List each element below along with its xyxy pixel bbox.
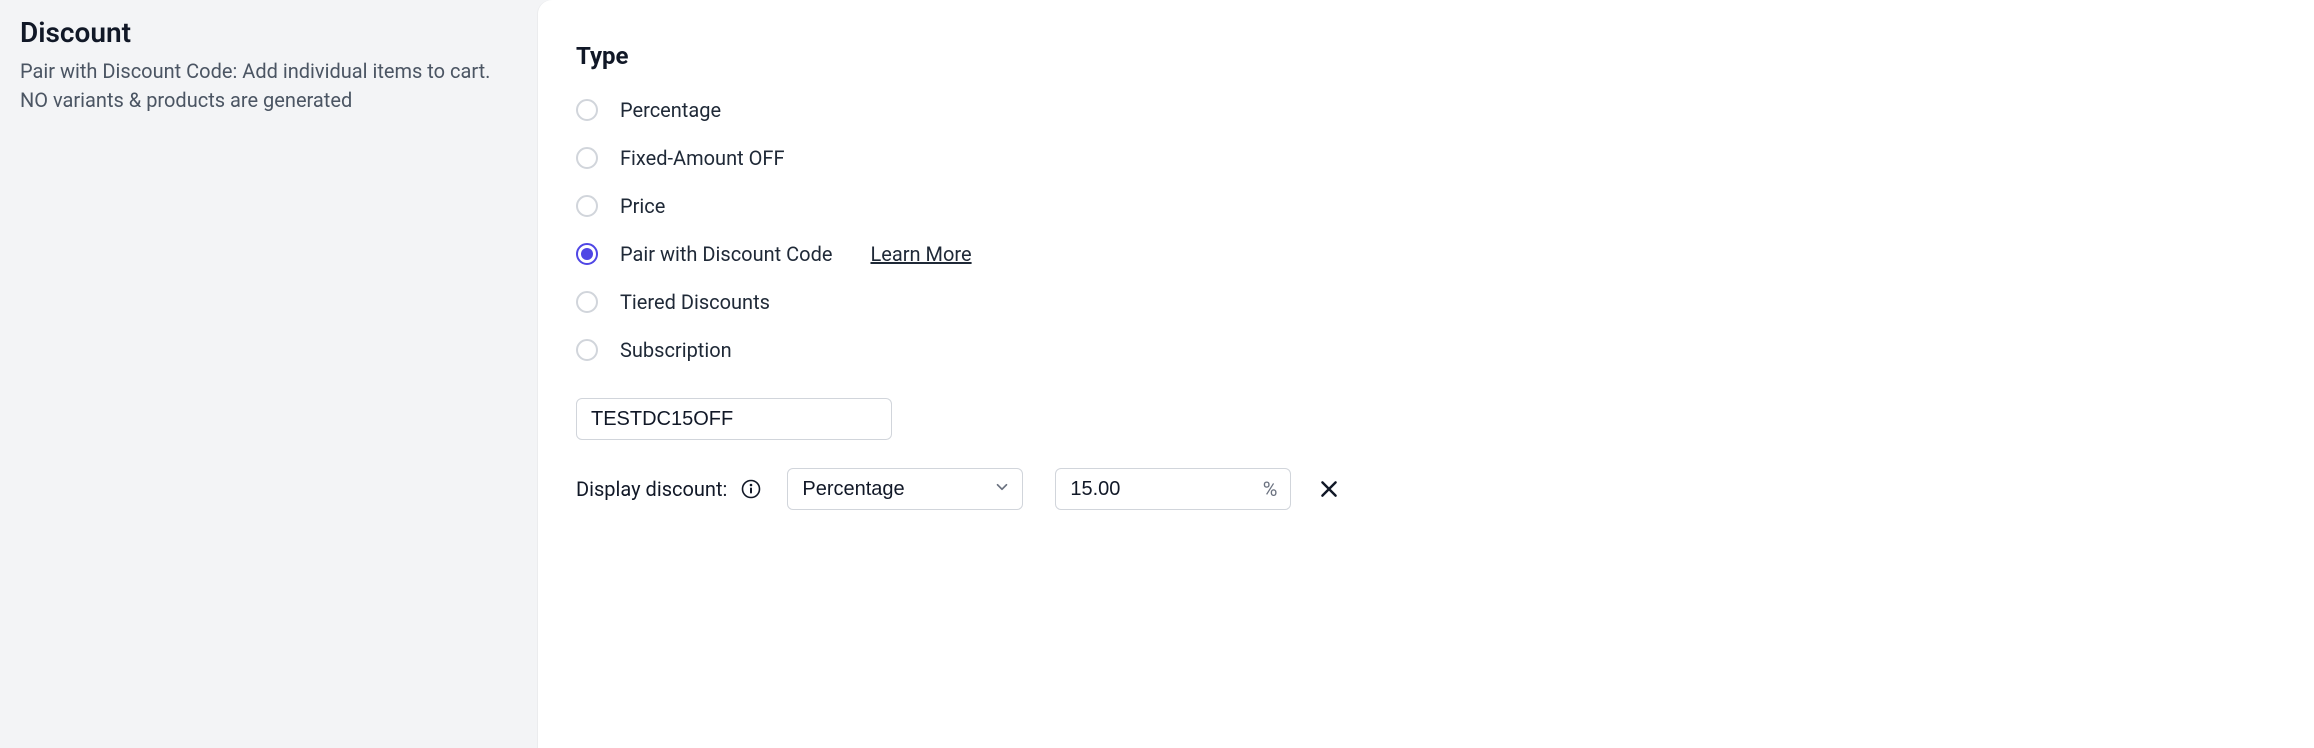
radio-label: Percentage [620,98,721,122]
type-option-price[interactable]: Price [576,194,2276,218]
page-root: Discount Pair with Discount Code: Add in… [0,0,2314,748]
type-option-pair-discount-code[interactable]: Pair with Discount Code Learn More [576,242,2276,266]
left-panel: Discount Pair with Discount Code: Add in… [0,0,538,748]
right-panel: Type Percentage Fixed-Amount OFF Price P… [538,0,2314,748]
radio-icon [576,99,598,121]
radio-icon [576,339,598,361]
discount-code-input[interactable] [576,398,892,440]
display-type-select[interactable] [787,468,1023,510]
radio-icon [576,243,598,265]
section-title: Discount [20,16,518,49]
type-option-tiered-discounts[interactable]: Tiered Discounts [576,290,2276,314]
type-option-fixed-amount[interactable]: Fixed-Amount OFF [576,146,2276,170]
display-value-input[interactable] [1055,468,1291,510]
radio-label: Tiered Discounts [620,290,770,314]
display-type-select-wrap [787,468,1023,510]
type-radio-group: Percentage Fixed-Amount OFF Price Pair w… [576,98,2276,362]
type-option-subscription[interactable]: Subscription [576,338,2276,362]
remove-button[interactable] [1315,475,1343,503]
radio-icon [576,147,598,169]
close-icon [1318,478,1340,500]
display-value-wrap: % [1055,468,1291,510]
radio-label: Pair with Discount Code [620,242,832,266]
radio-label: Price [620,194,665,218]
type-option-percentage[interactable]: Percentage [576,98,2276,122]
type-heading: Type [576,42,2276,70]
info-icon[interactable] [741,479,761,499]
section-description: Pair with Discount Code: Add individual … [20,57,518,115]
learn-more-link[interactable]: Learn More [870,242,971,266]
display-discount-label: Display discount: [576,477,727,501]
radio-label: Fixed-Amount OFF [620,146,785,170]
radio-label: Subscription [620,338,732,362]
radio-icon [576,195,598,217]
radio-icon [576,291,598,313]
display-discount-row: Display discount: % [576,468,2276,510]
